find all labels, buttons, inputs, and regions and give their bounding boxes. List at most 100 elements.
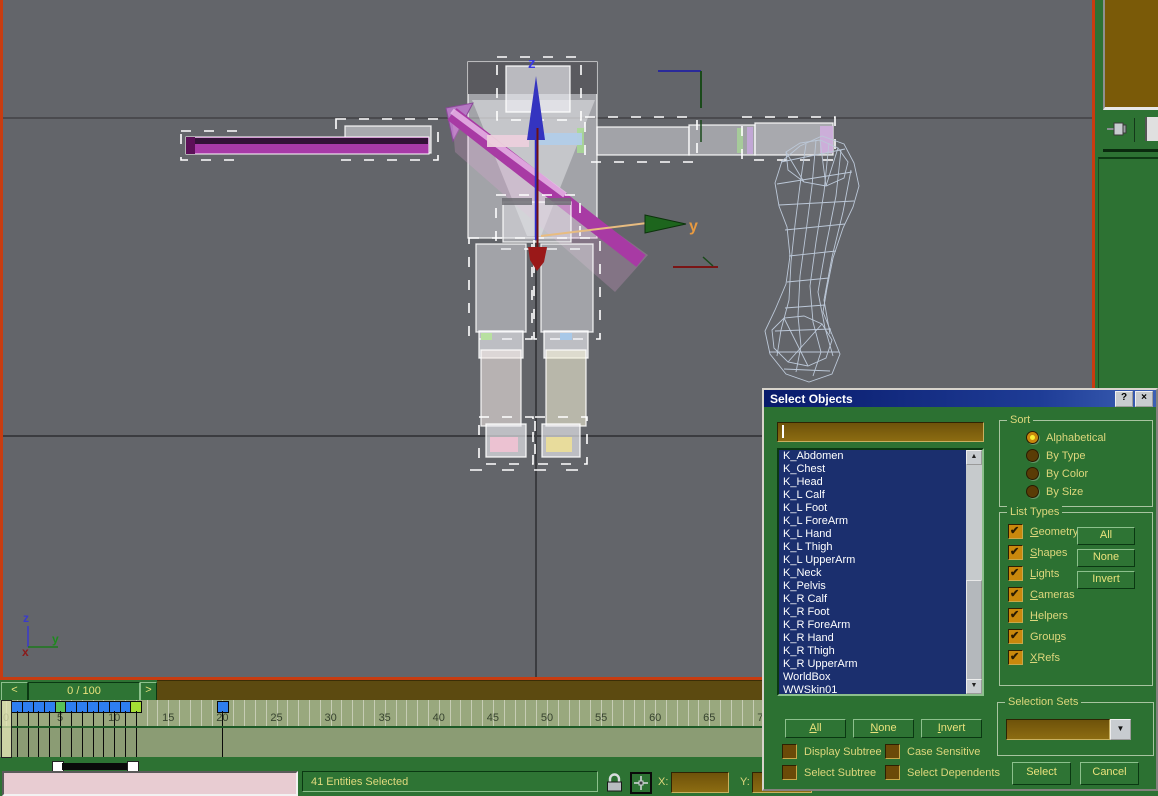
- list-type-option[interactable]: XRefs: [1008, 650, 1078, 665]
- object-list-item[interactable]: K_L Thigh: [779, 541, 966, 554]
- sort-option[interactable]: By Type: [1026, 448, 1106, 463]
- scroll-down-icon[interactable]: ▼: [966, 679, 982, 694]
- object-list-item[interactable]: K_L Calf: [779, 489, 966, 502]
- object-list-item[interactable]: K_Pelvis: [779, 580, 966, 593]
- checkbox-icon[interactable]: [1008, 524, 1023, 539]
- selection-sets-dropdown[interactable]: [1006, 719, 1110, 740]
- frame-tick: [298, 700, 299, 726]
- list-scrollbar[interactable]: ▲ ▼: [966, 450, 982, 694]
- object-list-item[interactable]: K_L UpperArm: [779, 554, 966, 567]
- scroll-up-icon[interactable]: ▲: [966, 450, 982, 465]
- key-tick: [71, 711, 72, 726]
- checkbox-icon[interactable]: [1008, 650, 1023, 665]
- object-list-item[interactable]: K_Head: [779, 476, 966, 489]
- object-listbox[interactable]: K_AbdomenK_ChestK_HeadK_L CalfK_L FootK_…: [777, 448, 984, 696]
- dropdown-arrow-icon[interactable]: ▼: [1110, 719, 1131, 740]
- sort-option-label: By Size: [1046, 486, 1083, 498]
- list-type-option[interactable]: Groups: [1008, 629, 1078, 644]
- object-list-item[interactable]: K_R Thigh: [779, 645, 966, 658]
- command-panel-field[interactable]: [1103, 0, 1158, 110]
- checkbox-icon[interactable]: [1008, 545, 1023, 560]
- object-list-item[interactable]: K_L Foot: [779, 502, 966, 515]
- list-type-invert-button[interactable]: Invert: [1077, 571, 1135, 589]
- select-button[interactable]: Select: [1012, 762, 1071, 785]
- list-type-all-button[interactable]: All: [1077, 527, 1135, 545]
- checkbox-icon[interactable]: [1008, 629, 1023, 644]
- x-coordinate-field[interactable]: [671, 772, 729, 793]
- lock-selection-icon[interactable]: [606, 773, 623, 792]
- next-frame-button[interactable]: >: [140, 682, 157, 701]
- none-button[interactable]: None: [853, 719, 914, 738]
- time-slider-caret[interactable]: [1, 700, 12, 758]
- list-type-option[interactable]: Helpers: [1008, 608, 1078, 623]
- object-list-item[interactable]: K_Abdomen: [779, 450, 966, 463]
- radio-icon[interactable]: [1026, 449, 1039, 462]
- checkbox-icon[interactable]: [1008, 587, 1023, 602]
- object-list-item[interactable]: K_L ForeArm: [779, 515, 966, 528]
- option-display-subtree[interactable]: Display Subtree: [782, 744, 885, 759]
- close-button[interactable]: ×: [1135, 391, 1153, 407]
- object-list-item[interactable]: K_R ForeArm: [779, 619, 966, 632]
- key-tick: [28, 711, 29, 726]
- gizmo-y-label: y: [689, 218, 698, 235]
- key-tick: [82, 711, 83, 726]
- radio-icon[interactable]: [1026, 467, 1039, 480]
- checkbox-icon[interactable]: [885, 765, 900, 780]
- radio-icon[interactable]: [1026, 431, 1039, 444]
- checkbox-icon[interactable]: [885, 744, 900, 759]
- sort-option[interactable]: By Color: [1026, 466, 1106, 481]
- all-button[interactable]: All: [785, 719, 846, 738]
- gizmo-y-arrow[interactable]: [645, 215, 686, 233]
- list-type-none-button[interactable]: None: [1077, 549, 1135, 567]
- object-list-item[interactable]: K_R Foot: [779, 606, 966, 619]
- option-select-subtree[interactable]: Select Subtree: [782, 765, 885, 780]
- trackbar-pan-bar[interactable]: [62, 763, 128, 770]
- key-track-line: [222, 728, 223, 757]
- object-list-item[interactable]: K_Neck: [779, 567, 966, 580]
- frame-counter[interactable]: 0 / 100: [28, 682, 140, 701]
- object-list-item[interactable]: K_R UpperArm: [779, 658, 966, 671]
- name-filter-input[interactable]: [777, 422, 984, 442]
- sort-option[interactable]: By Size: [1026, 484, 1106, 499]
- key-track-line: [49, 728, 50, 757]
- sort-option[interactable]: Alphabetical: [1026, 430, 1106, 445]
- key-track-line: [82, 728, 83, 757]
- maxscript-listener-field[interactable]: [2, 771, 298, 796]
- checkbox-icon[interactable]: [1008, 608, 1023, 623]
- list-type-option[interactable]: Lights: [1008, 566, 1078, 581]
- object-list-item[interactable]: WWSkin01: [779, 684, 966, 696]
- key-tick: [93, 711, 94, 726]
- object-list-item[interactable]: K_R Hand: [779, 632, 966, 645]
- list-type-option[interactable]: Geometry: [1008, 524, 1078, 539]
- frame-number: 40: [428, 712, 450, 724]
- option-label: Select Subtree: [804, 767, 876, 779]
- list-type-option[interactable]: Shapes: [1008, 545, 1078, 560]
- select-objects-dialog[interactable]: Select Objects ? × K_AbdomenK_ChestK_Hea…: [762, 388, 1158, 791]
- object-list-item[interactable]: K_Chest: [779, 463, 966, 476]
- dialog-options: Display SubtreeCase SensitiveSelect Subt…: [782, 744, 1025, 786]
- dialog-title-bar[interactable]: Select Objects ? ×: [764, 390, 1156, 407]
- help-button[interactable]: ?: [1115, 391, 1133, 407]
- scrollbar-thumb[interactable]: [966, 580, 982, 682]
- option-select-dependents[interactable]: Select Dependents: [885, 765, 1025, 780]
- pushpin-icon[interactable]: [1107, 121, 1127, 137]
- invert-button[interactable]: Invert: [921, 719, 982, 738]
- radio-icon[interactable]: [1026, 485, 1039, 498]
- bone-wireframe[interactable]: [765, 136, 859, 382]
- option-label: Select Dependents: [907, 767, 1000, 779]
- checkbox-icon[interactable]: [782, 765, 797, 780]
- object-list-item[interactable]: K_L Hand: [779, 528, 966, 541]
- object-list-item[interactable]: K_R Calf: [779, 593, 966, 606]
- key-track-line: [71, 728, 72, 757]
- cancel-button[interactable]: Cancel: [1080, 762, 1139, 785]
- status-message: 41 Entities Selected: [302, 771, 598, 792]
- previous-frame-button[interactable]: <: [1, 682, 28, 701]
- checkbox-icon[interactable]: [782, 744, 797, 759]
- absolute-mode-icon[interactable]: [630, 772, 652, 794]
- checkbox-icon[interactable]: [1008, 566, 1023, 581]
- object-list-item[interactable]: WorldBox: [779, 671, 966, 684]
- frame-tick: [742, 700, 743, 726]
- list-type-option[interactable]: Cameras: [1008, 587, 1078, 602]
- list-types-group-label: List Types: [1007, 506, 1062, 518]
- panel-partial-button[interactable]: [1145, 117, 1158, 141]
